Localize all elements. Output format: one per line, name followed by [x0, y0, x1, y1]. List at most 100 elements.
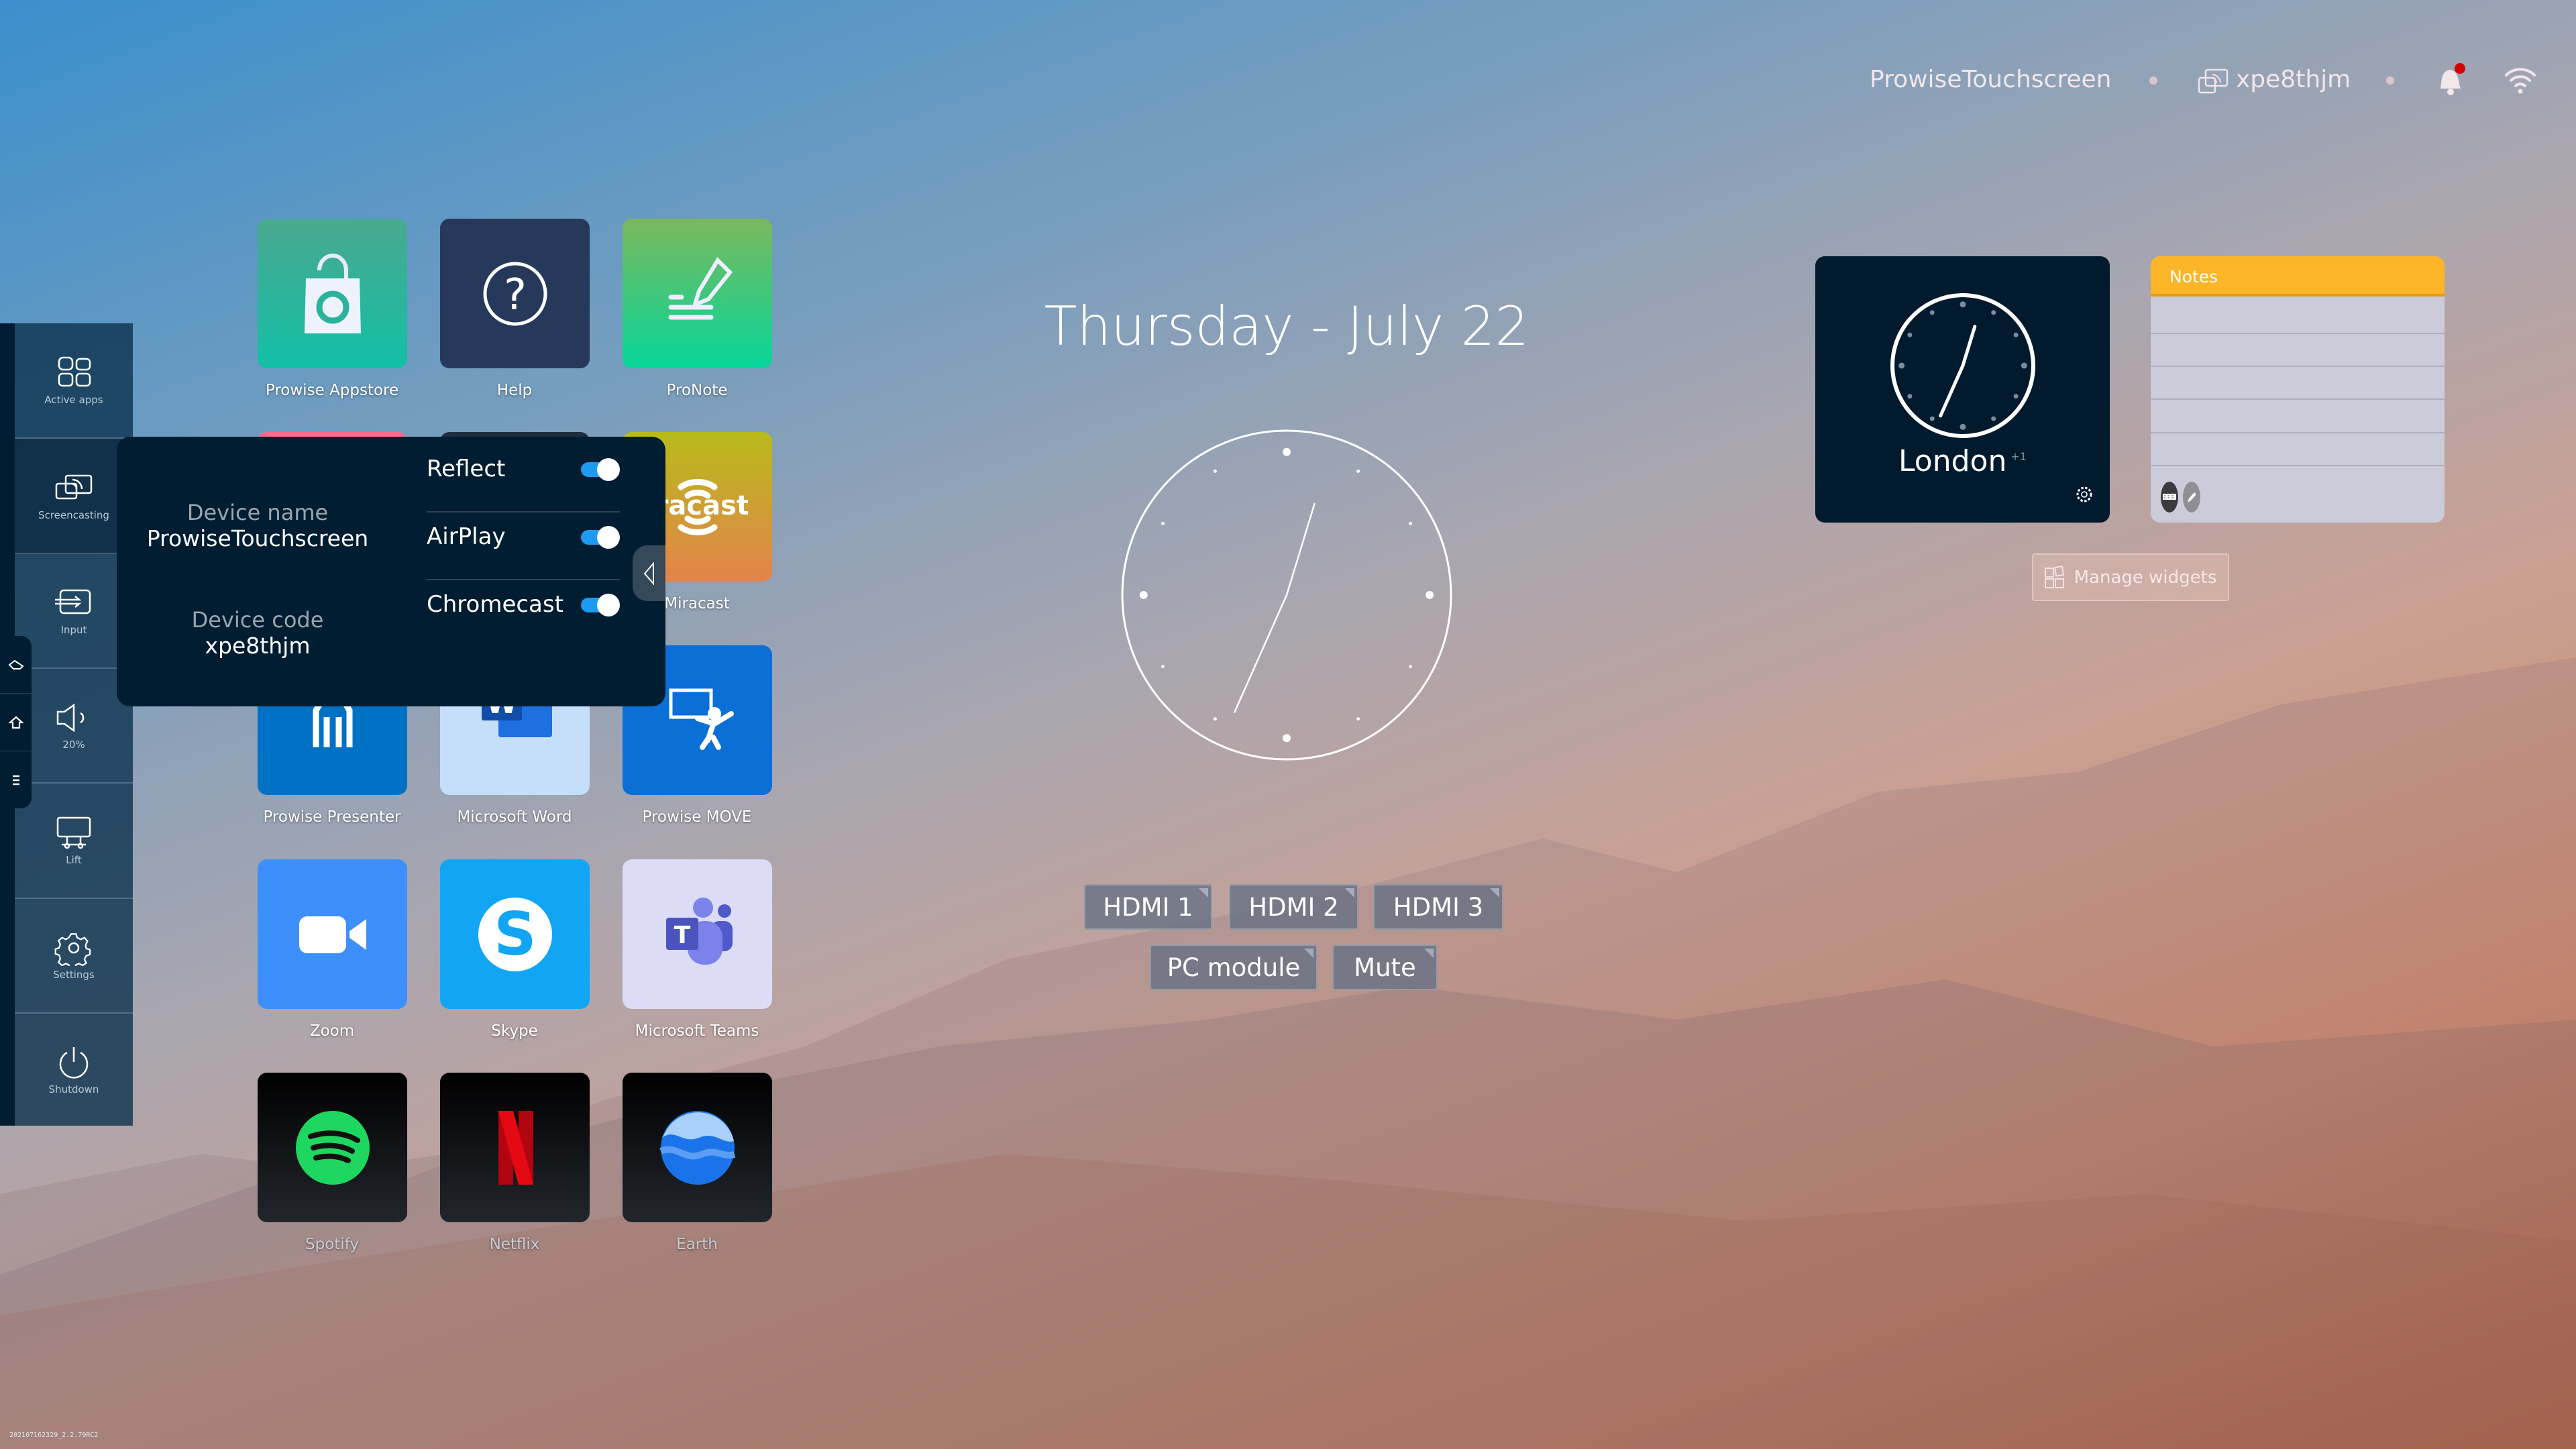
app-label: Netflix — [489, 1236, 540, 1253]
teams-icon: T — [665, 897, 733, 965]
source-pc-module[interactable]: PC module — [1150, 945, 1318, 990]
clock-tick — [1356, 717, 1360, 721]
toggle-row-chromecast: Chromecast — [427, 572, 620, 639]
separator-dot — [2149, 76, 2157, 85]
menu-button[interactable] — [0, 751, 32, 808]
quick-actions — [0, 636, 32, 808]
clock-tick — [1213, 469, 1217, 473]
app-label: Skype — [491, 1022, 538, 1040]
clock-tick — [1213, 717, 1217, 721]
volume-icon — [56, 703, 85, 733]
source-hdmi-1[interactable]: HDMI 1 — [1084, 884, 1212, 930]
chevron-left-icon — [643, 561, 654, 585]
analog-clock — [1121, 429, 1452, 761]
toggle-label: Reflect — [427, 455, 506, 482]
zoom-camera-icon — [299, 916, 366, 953]
toggle-label: Chromecast — [427, 591, 564, 618]
device-name-value: ProwiseTouchscreen — [146, 525, 369, 551]
clock-tick — [1283, 734, 1291, 743]
pronote-icon — [668, 256, 733, 319]
sidebar-item-label: Input — [60, 624, 87, 636]
shopping-bag-icon — [304, 253, 361, 333]
sidebar-item-label: Shutdown — [48, 1083, 99, 1095]
app-tile-prowise-appstore[interactable] — [258, 219, 407, 368]
gear-icon[interactable] — [2074, 484, 2094, 504]
sidebar-item-screencasting[interactable]: Screencasting — [15, 439, 133, 554]
clock-tick — [1426, 591, 1434, 599]
pencil-icon — [2188, 492, 2196, 502]
widgets-icon — [2044, 566, 2064, 588]
app-tile-earth[interactable] — [623, 1073, 772, 1222]
source-hdmi-2[interactable]: HDMI 2 — [1229, 884, 1358, 930]
app-tile-help[interactable]: ? — [440, 219, 590, 368]
bell-icon[interactable] — [2434, 62, 2467, 98]
clock-tick — [1161, 665, 1165, 669]
reflect-toggle[interactable] — [581, 458, 620, 481]
notes-widget[interactable]: Notes — [2151, 256, 2445, 523]
pencil-icon — [7, 659, 24, 669]
screencast-icon — [55, 474, 93, 500]
menu-icon — [12, 775, 19, 785]
app-label: Prowise Presenter — [263, 808, 401, 826]
screencast-popup: Device name ProwiseTouchscreen Device co… — [117, 437, 665, 706]
app-label: Microsoft Teams — [635, 1022, 759, 1040]
sidebar-item-label: Settings — [53, 969, 95, 981]
device-code-label: Device code — [191, 607, 324, 633]
app-tile-spotify[interactable] — [258, 1073, 407, 1222]
app-tile-netflix[interactable] — [440, 1073, 590, 1222]
sidebar-item-shutdown[interactable]: Shutdown — [15, 1013, 133, 1127]
clock-tick — [1991, 310, 1996, 315]
clock-tick — [1991, 416, 1996, 421]
app-label: Prowise MOVE — [642, 808, 752, 826]
clock-tick — [1907, 332, 1913, 337]
sidebar-item-label: Lift — [66, 854, 82, 866]
header-device-code: xpe8thjm — [2236, 66, 2351, 93]
sidebar-item-settings[interactable]: Settings — [15, 898, 133, 1014]
wifi-icon[interactable] — [2504, 66, 2537, 95]
world-clock-widget[interactable]: London +1 — [1815, 256, 2110, 523]
device-name-block: Device name ProwiseTouchscreen — [117, 500, 398, 551]
svg-text:S: S — [494, 900, 536, 969]
collapse-popup-button[interactable] — [633, 545, 665, 601]
sidebar: Active apps Screencasting Input 20% Lift… — [15, 323, 133, 1126]
version-string: 202107162329_2.2.79RC2 — [9, 1432, 99, 1439]
manage-widgets-button[interactable]: Manage widgets — [2032, 553, 2229, 601]
clock-tick — [1929, 416, 1935, 421]
clock-tick — [1898, 362, 1905, 369]
clock-tick — [1161, 521, 1165, 525]
volume-level: 20% — [62, 739, 85, 751]
sidebar-item-active-apps[interactable]: Active apps — [15, 323, 133, 439]
pencil-button[interactable] — [0, 636, 32, 694]
sidebar-item-lift[interactable]: Lift — [15, 784, 133, 899]
svg-text:?: ? — [504, 270, 527, 320]
separator-dot — [2386, 76, 2394, 85]
notification-badge — [2455, 63, 2465, 74]
sidebar-item-volume[interactable]: 20% — [15, 668, 133, 784]
hour-hand — [1961, 325, 1977, 368]
minute-hand — [1939, 364, 1965, 418]
chromecast-toggle[interactable] — [581, 594, 620, 616]
city-name: London — [1898, 444, 2007, 478]
app-label: Earth — [676, 1236, 718, 1253]
app-label: Microsoft Word — [457, 808, 572, 826]
clock-tick — [1356, 469, 1360, 473]
home-button[interactable] — [0, 694, 32, 751]
app-tile-microsoft-teams[interactable]: T — [623, 859, 772, 1009]
keyboard-icon — [2163, 494, 2176, 500]
sidebar-item-input[interactable]: Input — [15, 553, 133, 669]
mute-button[interactable]: Mute — [1332, 945, 1438, 990]
lift-icon — [56, 816, 91, 849]
clock-tick — [2021, 362, 2027, 369]
grid-icon — [58, 356, 91, 387]
clock-tick — [1960, 423, 1966, 430]
app-tile-zoom[interactable] — [258, 859, 407, 1009]
source-hdmi-3[interactable]: HDMI 3 — [1373, 884, 1503, 930]
clock-tick — [2013, 394, 2019, 399]
app-tile-pronote[interactable] — [623, 219, 772, 368]
header-device-name: ProwiseTouchscreen — [1870, 66, 2112, 93]
airplay-toggle[interactable] — [581, 526, 620, 549]
app-label: Prowise Appstore — [265, 382, 399, 399]
app-label: ProNote — [666, 382, 728, 399]
toggle-row-reflect: Reflect — [427, 437, 620, 504]
app-tile-skype[interactable]: S — [440, 859, 590, 1009]
